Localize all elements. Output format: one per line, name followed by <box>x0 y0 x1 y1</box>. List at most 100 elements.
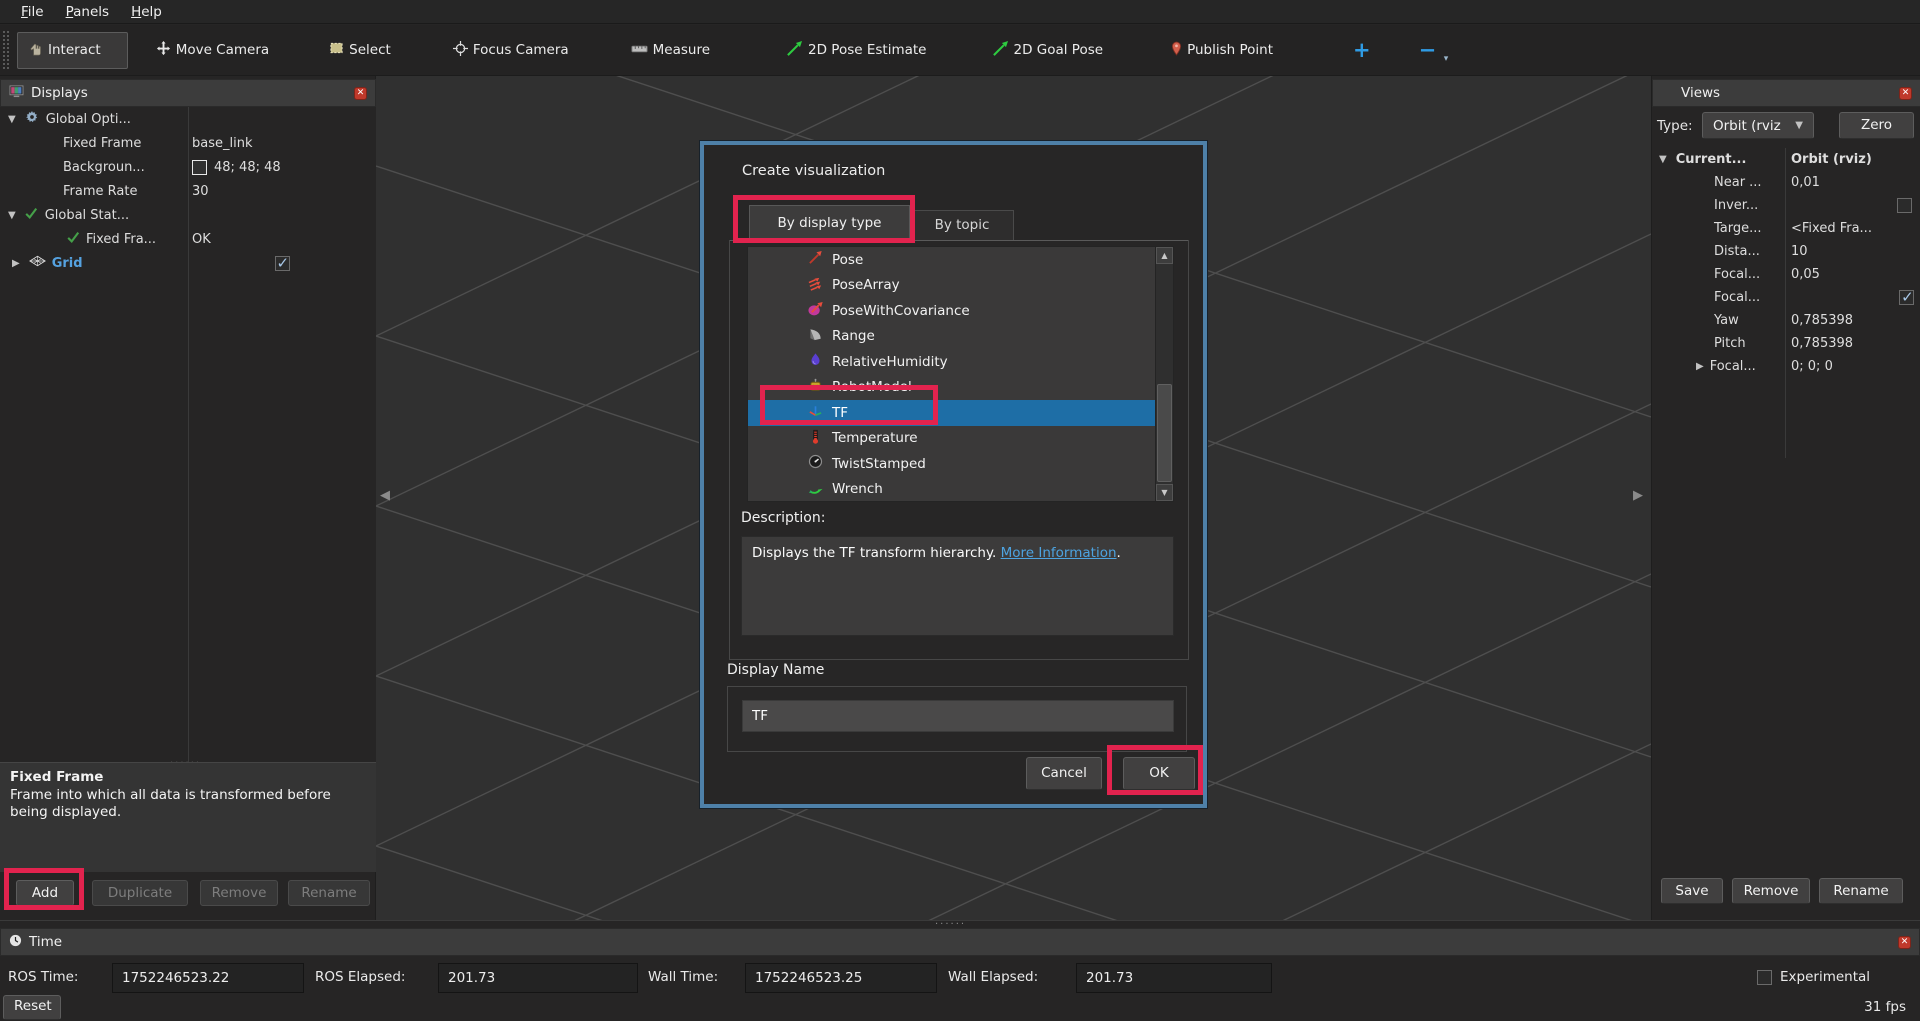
view-row-focal-shape-size[interactable]: Focal... 0,05 <box>1652 263 1920 286</box>
tool-focus-camera[interactable]: Focus Camera <box>443 32 579 69</box>
tool-publish-point[interactable]: Publish Point <box>1161 32 1283 69</box>
display-name-input[interactable] <box>742 700 1174 732</box>
menu-help[interactable]: Help <box>122 1 171 23</box>
tool-interact[interactable]: Interact <box>17 32 128 69</box>
list-item-pose[interactable]: Pose <box>748 247 1156 273</box>
view-row-target-frame[interactable]: Targe... <Fixed Fra... <box>1652 217 1920 240</box>
add-tool-button[interactable]: + <box>1343 38 1381 62</box>
view-type-dropdown[interactable]: Orbit (rviz ▼ <box>1702 112 1814 139</box>
remove-view-button[interactable]: Remove <box>1732 878 1810 904</box>
experimental-checkbox[interactable] <box>1757 970 1772 985</box>
tool-2d-pose-estimate[interactable]: 2D Pose Estimate <box>776 31 936 70</box>
view-row-focal-point[interactable]: ▶ Focal... 0; 0; 0 <box>1652 355 1920 378</box>
tree-row-global-options[interactable]: ▼ Global Opti... <box>0 107 376 131</box>
list-item-robotmodel[interactable]: RobotModel <box>748 375 1156 401</box>
list-item-label: Pose <box>832 252 863 268</box>
view-row-label: Inver... <box>1714 198 1758 213</box>
list-item-twiststamped[interactable]: TwistStamped <box>748 451 1156 477</box>
list-item-posewithcovariance[interactable]: PoseWithCovariance <box>748 298 1156 324</box>
displays-panel-header[interactable]: Displays ✕ <box>0 79 376 107</box>
save-view-button[interactable]: Save <box>1661 878 1723 904</box>
tree-row-value[interactable]: 30 <box>192 184 209 199</box>
cancel-button[interactable]: Cancel <box>1026 757 1102 790</box>
tab-by-display-type[interactable]: By display type <box>749 205 910 241</box>
toolbar-drag-handle[interactable] <box>3 31 9 69</box>
grid-enabled-checkbox[interactable] <box>275 256 290 271</box>
expand-arrow-icon[interactable]: ▶ <box>12 258 20 269</box>
tree-row-frame-rate[interactable]: Frame Rate 30 <box>0 179 376 203</box>
view-row-distance[interactable]: Dista... 10 <box>1652 240 1920 263</box>
view-row-value[interactable]: 0,01 <box>1791 175 1820 190</box>
tool-measure[interactable]: Measure <box>621 33 720 67</box>
list-item-temperature[interactable]: Temperature <box>748 426 1156 452</box>
view-row-value[interactable]: 0,785398 <box>1791 313 1853 328</box>
view-row-yaw[interactable]: Yaw 0,785398 <box>1652 309 1920 332</box>
tree-row-grid[interactable]: ▶ Grid <box>0 251 376 275</box>
invert-z-checkbox[interactable] <box>1897 198 1912 213</box>
list-scrollbar[interactable]: ▲ ▼ <box>1155 247 1173 501</box>
tree-row-background-color[interactable]: Backgroun... 48; 48; 48 <box>0 155 376 179</box>
expand-arrow-icon[interactable]: ▼ <box>8 210 16 221</box>
color-swatch[interactable] <box>192 160 207 175</box>
view-row-value[interactable]: 0,05 <box>1791 267 1820 282</box>
ros-time-field[interactable]: 1752246523.22 <box>112 963 304 993</box>
view-row-pitch[interactable]: Pitch 0,785398 <box>1652 332 1920 355</box>
tool-select[interactable]: Select <box>319 32 401 68</box>
tree-row-label: Global Opti... <box>46 112 131 127</box>
expand-arrow-icon[interactable]: ▼ <box>1659 154 1667 165</box>
tab-by-topic[interactable]: By topic <box>910 210 1014 241</box>
tree-row-fixed-frame[interactable]: Fixed Frame base_link <box>0 131 376 155</box>
tree-row-fixed-frame-status[interactable]: Fixed Fra... OK <box>0 227 376 251</box>
tree-row-value[interactable]: base_link <box>192 136 252 151</box>
view-row-value[interactable]: 0; 0; 0 <box>1791 359 1833 374</box>
list-item-range[interactable]: Range <box>748 324 1156 350</box>
more-information-link[interactable]: More Information <box>1001 545 1117 561</box>
add-display-button[interactable]: Add <box>16 880 74 906</box>
tool-2d-goal-pose[interactable]: 2D Goal Pose <box>982 31 1114 70</box>
tree-row-value[interactable]: 48; 48; 48 <box>214 160 281 175</box>
view-row-focal-shape-fixed[interactable]: Focal... <box>1652 286 1920 309</box>
grid-icon <box>29 255 46 271</box>
scrollbar-thumb[interactable] <box>1157 384 1172 482</box>
close-icon[interactable]: ✕ <box>1898 936 1911 949</box>
remove-tool-button[interactable]: −▾ <box>1409 38 1447 62</box>
wall-time-field[interactable]: 1752246523.25 <box>745 963 937 993</box>
remove-display-button[interactable]: Remove <box>200 880 278 906</box>
scroll-up-icon[interactable]: ▲ <box>1156 247 1173 264</box>
rename-display-button[interactable]: Rename <box>288 880 370 906</box>
display-type-list[interactable]: Pose PoseArray PoseWithCovariance Range … <box>747 246 1174 502</box>
menu-file[interactable]: File <box>12 1 53 23</box>
rename-view-button[interactable]: Rename <box>1819 878 1903 904</box>
list-item-wrench[interactable]: Wrench <box>748 477 1156 503</box>
zero-button[interactable]: Zero <box>1839 112 1914 139</box>
collapse-left-panel-arrow[interactable]: ◀ <box>380 488 390 503</box>
time-panel-header[interactable]: Time ✕ <box>0 928 1920 956</box>
tool-move-camera[interactable]: Move Camera <box>146 32 279 69</box>
expand-arrow-icon[interactable]: ▼ <box>8 114 16 125</box>
expand-arrow-icon[interactable]: ▶ <box>1696 361 1704 372</box>
list-item-relativehumidity[interactable]: RelativeHumidity <box>748 349 1156 375</box>
view-row-value[interactable]: 0,785398 <box>1791 336 1853 351</box>
view-row-value[interactable]: 10 <box>1791 244 1808 259</box>
wall-elapsed-field[interactable]: 201.73 <box>1076 963 1272 993</box>
ros-elapsed-field[interactable]: 201.73 <box>438 963 638 993</box>
reset-button[interactable]: Reset <box>3 995 61 1020</box>
close-icon[interactable]: ✕ <box>1899 87 1912 100</box>
view-row-near-clip[interactable]: Near ... 0,01 <box>1652 171 1920 194</box>
ok-button[interactable]: OK <box>1123 757 1195 790</box>
close-icon[interactable]: ✕ <box>354 87 367 100</box>
view-row-label: Targe... <box>1714 221 1762 236</box>
list-item-tf[interactable]: TF <box>748 400 1156 426</box>
duplicate-display-button[interactable]: Duplicate <box>92 880 188 906</box>
focal-shape-checkbox[interactable] <box>1899 290 1914 305</box>
views-panel-header[interactable]: Views ✕ <box>1652 79 1920 107</box>
menu-panels[interactable]: Panels <box>57 1 118 23</box>
view-row-value[interactable]: <Fixed Fra... <box>1791 221 1872 236</box>
list-item-posearray[interactable]: PoseArray <box>748 273 1156 299</box>
tree-row-global-status[interactable]: ▼ Global Stat... <box>0 203 376 227</box>
scroll-down-icon[interactable]: ▼ <box>1156 484 1173 501</box>
collapse-right-panel-arrow[interactable]: ▶ <box>1633 488 1643 503</box>
view-row-invert-z[interactable]: Inver... <box>1652 194 1920 217</box>
view-row-current[interactable]: ▼ Current... Orbit (rviz) <box>1652 148 1920 171</box>
list-item-label: Temperature <box>832 430 918 446</box>
